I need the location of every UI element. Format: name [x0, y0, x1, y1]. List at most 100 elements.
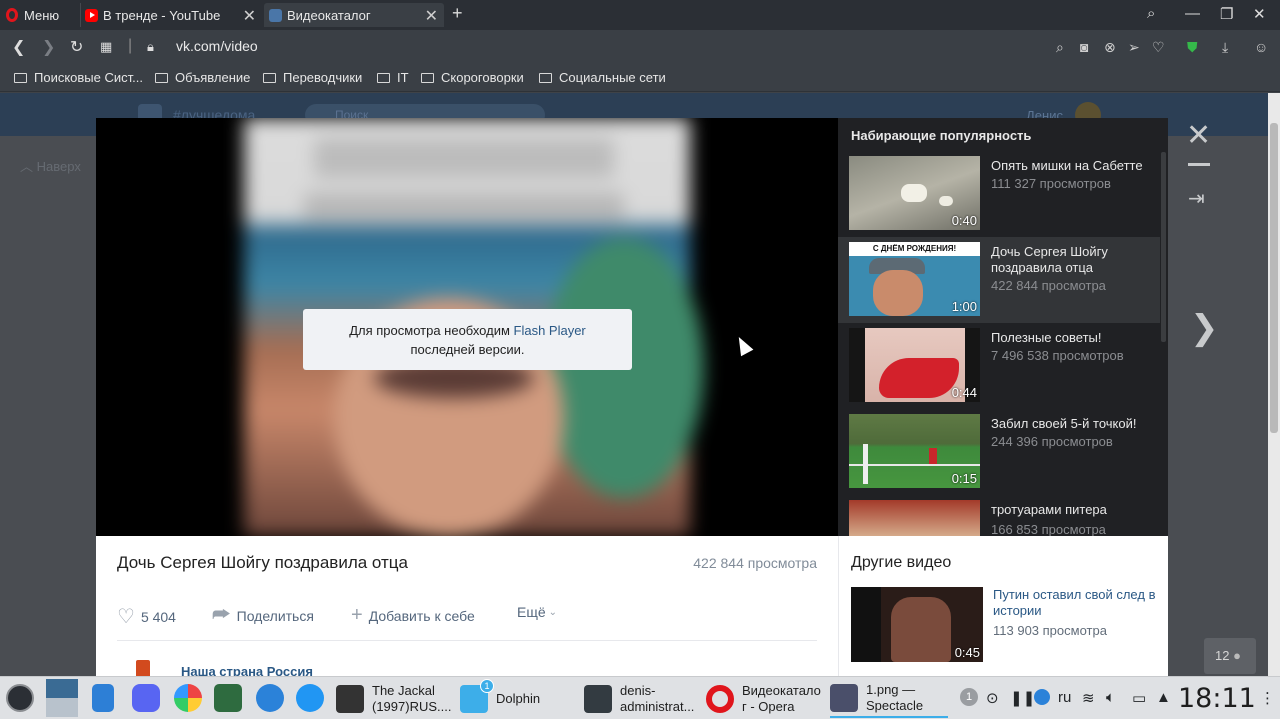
task-label: Dolphin	[496, 691, 541, 706]
tab-videocatalog[interactable]: Видеокаталог ✕	[264, 3, 444, 27]
restore-icon[interactable]: ❐	[1220, 5, 1233, 23]
list-item[interactable]: 0:44 Полезные советы! 7 496 538 просмотр…	[838, 323, 1160, 409]
scroll-thumb[interactable]	[1270, 123, 1278, 433]
video-thumbnail[interactable]: С ДНЁМ РОЖДЕНИЯ! 1:00	[849, 242, 980, 316]
vpn-shield-icon[interactable]: ⛊	[1187, 39, 1198, 56]
back-to-top-link[interactable]: ︿ Наверх	[20, 156, 81, 175]
back-icon[interactable]: ❮	[12, 37, 25, 57]
popular-scroll-thumb[interactable]	[1161, 152, 1166, 342]
search-tabs-icon[interactable]: ⌕	[1147, 5, 1155, 22]
zoom-tray-icon[interactable]	[1034, 689, 1050, 705]
bookmark-folder[interactable]: Социальные сети	[539, 70, 666, 85]
new-tab-button[interactable]: +	[452, 3, 463, 24]
task-spectacle[interactable]: 1.png — Spectacle	[830, 680, 948, 718]
video-title[interactable]: тротуарами питера	[991, 502, 1156, 518]
list-item[interactable]: тротуарами питера 166 853 просмотра	[838, 495, 1160, 536]
close-tab-icon[interactable]: ✕	[425, 6, 438, 26]
close-icon[interactable]: ✕	[1186, 118, 1211, 153]
minimize-player-icon[interactable]	[1188, 163, 1210, 166]
panel-options-icon[interactable]: ⋮	[1260, 689, 1275, 707]
clock[interactable]: 18:11	[1178, 683, 1256, 714]
duration-badge: 1:00	[951, 299, 977, 314]
download-icon[interactable]: ⤓	[1222, 39, 1228, 56]
expand-tray-icon[interactable]: ▲	[1156, 689, 1171, 706]
minimize-icon[interactable]: —	[1185, 5, 1200, 22]
video-thumbnail[interactable]	[849, 500, 980, 536]
desktop-pager-icon[interactable]	[46, 679, 78, 717]
notifications-badge[interactable]: 1	[960, 688, 978, 706]
lock-icon[interactable]: 🔒︎	[147, 39, 154, 55]
video-thumbnail[interactable]: 0:44	[849, 328, 980, 402]
url-field[interactable]: vk.com/video	[176, 38, 258, 54]
bookmark-label: IT	[397, 70, 409, 85]
update-icon[interactable]: ⊙	[986, 689, 999, 707]
pause-icon[interactable]: ❚❚	[1010, 689, 1035, 707]
plus-icon: +	[351, 604, 363, 626]
flash-notice-text: Для просмотра необходим	[349, 323, 514, 338]
bookmarks-bar: Поисковые Сист... Объявление Переводчики…	[0, 64, 1280, 92]
easy-setup-icon[interactable]: ☺	[1254, 39, 1268, 55]
video-thumbnail[interactable]: 0:40	[849, 156, 980, 230]
keyboard-layout[interactable]: ru	[1058, 689, 1071, 706]
other-videos-panel: Другие видео 0:45 Путин оставил свой сле…	[838, 536, 1168, 676]
task-opera[interactable]: Видеокатало г - Opera	[706, 680, 824, 718]
more-button[interactable]: Ещё ⌄	[517, 604, 557, 620]
bookmark-folder[interactable]: Объявление	[155, 70, 250, 85]
back-to-top-label: Наверх	[36, 159, 81, 174]
video-thumbnail[interactable]: 0:15	[849, 414, 980, 488]
zoom-icon[interactable]	[296, 684, 324, 712]
video-title[interactable]: Опять мишки на Сабетте	[991, 158, 1156, 174]
wifi-icon[interactable]: ≋	[1082, 689, 1095, 707]
list-item[interactable]: С ДНЁМ РОЖДЕНИЯ! 1:00 Дочь Сергея Шойгу …	[838, 237, 1160, 323]
vlc-icon	[336, 685, 364, 713]
video-thumbnail[interactable]: 0:45	[851, 587, 983, 662]
view-count: 166 853 просмотра	[991, 522, 1106, 536]
opera-menu-button[interactable]: Меню	[6, 3, 80, 27]
bookmark-folder[interactable]: Скороговорки	[421, 70, 524, 85]
camera-icon[interactable]: ◙	[1080, 39, 1088, 55]
page-scrollbar[interactable]	[1268, 93, 1280, 676]
qbittorrent-icon[interactable]	[256, 684, 284, 712]
system-monitor-icon[interactable]	[214, 684, 242, 712]
document-icon[interactable]	[92, 684, 114, 712]
view-count: 7 496 538 просмотров	[991, 348, 1124, 363]
bookmark-folder[interactable]: Переводчики	[263, 70, 362, 85]
task-vlc[interactable]: The Jackal (1997)RUS....	[336, 680, 451, 718]
bookmark-folder[interactable]: IT	[377, 70, 409, 85]
channel-logo-icon[interactable]	[136, 660, 150, 676]
video-player[interactable]: Для просмотра необходим Flash Player пос…	[96, 118, 838, 536]
like-button[interactable]: ♡ 5 404	[117, 604, 176, 629]
forward-icon[interactable]: ❯	[42, 37, 55, 57]
adblock-icon[interactable]: ⊗	[1104, 39, 1116, 56]
video-title-link[interactable]: Путин оставил свой след в истории	[993, 587, 1161, 619]
close-tab-icon[interactable]: ✕	[243, 6, 256, 26]
flash-player-link[interactable]: Flash Player	[514, 323, 586, 338]
speed-dial-icon[interactable]: ▦	[100, 39, 112, 55]
close-window-icon[interactable]: ✕	[1253, 5, 1266, 23]
viewers-counter-button[interactable]: 12 ●	[1204, 638, 1256, 674]
collapse-sidebar-icon[interactable]: ⇥	[1188, 186, 1205, 211]
list-item[interactable]: 0:40 Опять мишки на Сабетте 111 327 прос…	[838, 151, 1160, 237]
video-title[interactable]: Полезные советы!	[991, 330, 1156, 346]
next-video-icon[interactable]: ❯	[1190, 308, 1219, 348]
volume-icon[interactable]: 🔈︎	[1106, 689, 1115, 706]
share-button[interactable]: ⮫ Поделиться	[212, 604, 314, 627]
clipboard-icon[interactable]: ▭	[1132, 689, 1146, 707]
heart-icon[interactable]: ♡	[1152, 39, 1165, 56]
view-count: 422 844 просмотра	[991, 278, 1106, 293]
search-icon[interactable]: ⌕	[1056, 39, 1064, 56]
video-title[interactable]: Забил своей 5-й точкой!	[991, 416, 1156, 432]
send-icon[interactable]: ➢	[1128, 39, 1140, 56]
discord-icon[interactable]	[132, 684, 160, 712]
task-dolphin[interactable]: 1 Dolphin	[460, 679, 572, 718]
bookmark-folder[interactable]: Поисковые Сист...	[14, 70, 143, 85]
tab-youtube[interactable]: В тренде - YouTube ✕	[80, 3, 262, 27]
task-konsole[interactable]: denis-administrat...	[584, 680, 696, 718]
flash-notice-text-2: последней версии.	[410, 342, 525, 357]
video-title[interactable]: Дочь Сергея Шойгу поздравила отца	[991, 244, 1156, 276]
list-item[interactable]: 0:15 Забил своей 5-й точкой! 244 396 про…	[838, 409, 1160, 495]
color-picker-icon[interactable]	[174, 684, 202, 712]
reload-icon[interactable]: ↻	[70, 37, 83, 57]
app-launcher-icon[interactable]	[6, 684, 34, 712]
add-to-me-button[interactable]: + Добавить к себе	[351, 604, 475, 627]
